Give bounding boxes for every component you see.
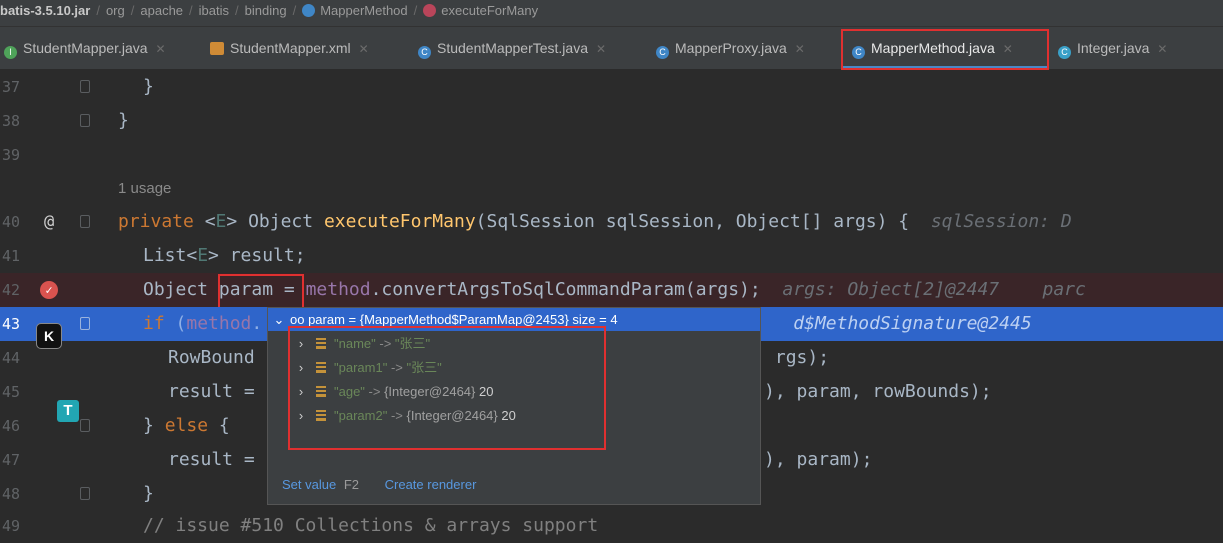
breadcrumb-method-label: executeForMany: [441, 3, 539, 18]
breadcrumb-separator: /: [130, 3, 135, 18]
line-number: 40: [2, 213, 21, 231]
code-text: } else {: [143, 415, 230, 436]
code-line-breakpoint[interactable]: 42 ✓ Object param = method.convertArgsTo…: [0, 273, 1223, 307]
tab-label: StudentMapper.java: [23, 40, 148, 56]
code-text: List<E> result;: [143, 245, 306, 266]
tab-label: StudentMapperTest.java: [437, 40, 588, 56]
line-number: 44: [2, 349, 21, 367]
breadcrumb-separator: /: [413, 3, 418, 18]
close-icon[interactable]: ✕: [156, 42, 166, 56]
code-line[interactable]: 49 // issue #510 Collections & arrays su…: [0, 509, 1223, 543]
overlay-k-icon[interactable]: K: [36, 323, 62, 349]
breadcrumb-class[interactable]: MapperMethod: [302, 0, 408, 22]
breadcrumb-separator: /: [292, 3, 297, 18]
line-number: 42: [2, 281, 21, 299]
close-icon[interactable]: ✕: [795, 42, 805, 56]
class-icon: C: [418, 46, 431, 59]
code-text: private <E> Object executeForMany(SqlSes…: [118, 211, 1072, 232]
method-icon: [423, 4, 437, 17]
line-number: 43: [2, 315, 21, 333]
fold-icon[interactable]: [80, 114, 90, 127]
chevron-down-icon[interactable]: ⌄: [268, 308, 290, 331]
code-text: }: [143, 76, 154, 97]
class-icon: C: [1058, 46, 1071, 59]
inline-debug-hint: args: Object[2]@2447 parc: [782, 279, 1086, 300]
inline-debug-hint: sqlSession: D: [930, 211, 1072, 232]
line-number: 37: [2, 78, 21, 96]
tab-mapperproxy-java[interactable]: C MapperProxy.java ✕: [656, 35, 805, 61]
breadcrumb-method[interactable]: executeForMany: [423, 0, 538, 22]
usage-hint[interactable]: 1 usage: [118, 172, 171, 206]
set-value-shortcut: F2: [343, 477, 359, 492]
breadcrumb-separator: /: [235, 3, 239, 18]
breadcrumb-class-label: MapperMethod: [320, 3, 408, 18]
tab-studentmappertest-java[interactable]: C StudentMapperTest.java ✕: [418, 35, 606, 61]
fold-icon[interactable]: [80, 419, 90, 432]
breadcrumb-ibatis[interactable]: ibatis: [199, 0, 229, 22]
code-text: }: [143, 483, 154, 504]
breakpoint-icon[interactable]: ✓: [40, 281, 58, 299]
code-line[interactable]: 41 List<E> result;: [0, 239, 1223, 273]
line-number: 39: [2, 146, 21, 164]
fold-icon[interactable]: [80, 317, 90, 330]
inline-debug-hint: d$MethodSignature@2445: [793, 313, 1032, 334]
code-line[interactable]: 37 }: [0, 70, 1223, 104]
breadcrumb: batis-3.5.10.jar / org / apache / ibatis / bindi…: [0, 0, 1223, 27]
breadcrumb-org[interactable]: org: [106, 0, 125, 22]
line-number: 41: [2, 247, 21, 265]
line-number: 38: [2, 112, 21, 130]
breadcrumb-separator: /: [189, 3, 193, 18]
line-number: 46: [2, 417, 21, 435]
set-value-link[interactable]: Set value: [282, 477, 336, 492]
tab-highlight-box: [841, 29, 1049, 70]
close-icon[interactable]: ✕: [596, 42, 606, 56]
interface-icon: I: [4, 46, 17, 59]
tab-studentmapper-xml[interactable]: StudentMapper.xml ✕: [210, 35, 369, 61]
breadcrumb-jar[interactable]: batis-3.5.10.jar: [0, 0, 90, 22]
param-highlight-box: [218, 274, 304, 310]
overlay-t-icon[interactable]: T: [57, 400, 79, 422]
code-line[interactable]: 39: [0, 138, 1223, 172]
fold-icon[interactable]: [80, 80, 90, 93]
tab-label: MapperProxy.java: [675, 40, 787, 56]
fold-icon[interactable]: [80, 215, 90, 228]
popup-footer: Set value F2 Create renderer: [268, 468, 760, 502]
close-icon[interactable]: ✕: [359, 42, 369, 56]
line-number: 49: [2, 517, 21, 535]
breadcrumb-binding[interactable]: binding: [245, 0, 287, 22]
tab-label: Integer.java: [1077, 40, 1150, 56]
tab-label: StudentMapper.xml: [230, 40, 351, 56]
override-icon[interactable]: @: [44, 205, 54, 239]
fold-icon[interactable]: [80, 487, 90, 500]
code-text: // issue #510 Collections & arrays suppo…: [143, 515, 599, 536]
breadcrumb-separator: /: [96, 3, 100, 18]
class-icon: C: [656, 46, 669, 59]
create-renderer-link[interactable]: Create renderer: [385, 477, 477, 492]
entries-highlight-box: [288, 326, 606, 450]
xml-file-icon: [210, 42, 224, 55]
breadcrumb-apache[interactable]: apache: [140, 0, 183, 22]
code-line[interactable]: 40 @ private <E> Object executeForMany(S…: [0, 205, 1223, 239]
code-line[interactable]: 38 }: [0, 104, 1223, 138]
class-icon: [302, 4, 316, 17]
line-number: 48: [2, 485, 21, 503]
line-number: 45: [2, 383, 21, 401]
close-icon[interactable]: ✕: [1157, 42, 1167, 56]
popup-header-label: oo param = {MapperMethod$ParamMap@2453} …: [290, 312, 618, 327]
line-number: 47: [2, 451, 21, 469]
code-text: }: [118, 110, 129, 131]
tab-studentmapper-java[interactable]: I StudentMapper.java ✕: [4, 35, 166, 61]
tab-integer-java[interactable]: C Integer.java ✕: [1058, 35, 1167, 61]
